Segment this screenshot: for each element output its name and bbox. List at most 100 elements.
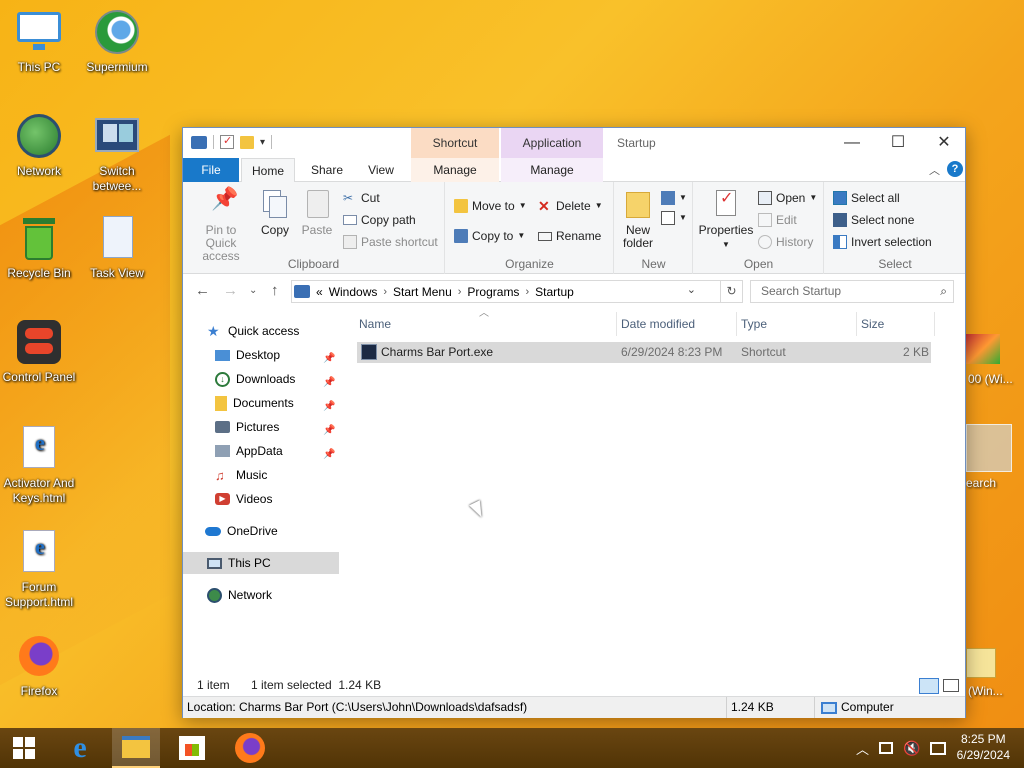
nav-music[interactable]: ♫ Music [183, 464, 339, 486]
file-type: Shortcut [741, 345, 786, 359]
move-to-icon [454, 199, 468, 213]
tab-file[interactable]: File [183, 158, 239, 182]
search-input[interactable]: Search Startup ⌕ [750, 280, 954, 303]
start-button[interactable] [0, 728, 48, 768]
help-icon[interactable]: ? [947, 161, 963, 177]
nav-videos[interactable]: ▶ Videos [183, 488, 339, 510]
quick-access-toolbar: ✓ ▾ [191, 135, 273, 149]
new-item-icon [661, 191, 675, 205]
taskbar-file-explorer[interactable] [112, 728, 160, 768]
new-folder-icon[interactable] [240, 135, 254, 149]
folder-icon[interactable] [191, 135, 207, 149]
history-button[interactable]: History [758, 232, 813, 252]
nav-desktop[interactable]: Desktop 📌 [183, 344, 339, 366]
forward-button[interactable]: → [223, 282, 238, 299]
properties-icon[interactable]: ✓ [220, 135, 234, 149]
star-icon: ★ [207, 322, 220, 339]
copy-to-button[interactable]: Copy to ▼ [454, 226, 525, 246]
chevron-up-icon[interactable]: ︿ [856, 739, 869, 758]
nav-this-pc[interactable]: This PC [183, 552, 339, 574]
recent-locations-button[interactable]: ⌄ [249, 285, 257, 296]
store-icon [179, 736, 205, 760]
nav-pictures[interactable]: Pictures 📌 [183, 416, 339, 438]
cut-button[interactable]: ✂ Cut [343, 188, 380, 208]
network-icon[interactable] [879, 742, 894, 754]
volume-muted-icon[interactable]: 🔇 [903, 740, 920, 757]
clock[interactable]: 8:25 PM 6/29/2024 [957, 731, 1010, 763]
table-row[interactable]: Charms Bar Port.exe 6/29/2024 8:23 PM Sh… [357, 342, 931, 363]
refresh-icon[interactable]: ↻ [721, 280, 743, 303]
close-button[interactable]: ✕ [921, 128, 967, 158]
nav-documents[interactable]: Documents 📌 [183, 392, 339, 414]
nav-network[interactable]: Network [183, 584, 339, 606]
minimize-button[interactable]: — [829, 128, 875, 158]
desktop-icon-network[interactable]: Network [0, 112, 78, 179]
info-bar: Location: Charms Bar Port (C:\Users\John… [183, 696, 965, 718]
edit-button[interactable]: Edit [758, 210, 797, 230]
group-select: Select all Select none Invert selection … [825, 182, 965, 274]
new-item-button[interactable]: ▼ [661, 188, 687, 208]
breadcrumb-item[interactable]: Windows [329, 285, 378, 299]
invert-selection-button[interactable]: Invert selection [833, 232, 932, 252]
nav-onedrive[interactable]: OneDrive [183, 520, 339, 542]
properties-button[interactable]: ✓ Properties ▼ [698, 188, 754, 251]
desktop-icon-activator-html[interactable]: e Activator And Keys.html [0, 424, 78, 506]
collapse-ribbon-icon[interactable]: ︿ [929, 162, 940, 178]
customize-qat-icon[interactable]: ▾ [260, 137, 265, 148]
nav-appdata[interactable]: AppData 📌 [183, 440, 339, 462]
desktop-icon-control-panel[interactable]: Control Panel [0, 318, 78, 385]
column-header-name[interactable]: Name [355, 312, 617, 336]
paste-button[interactable]: Paste [297, 188, 337, 237]
dropdown-icon: ▼ [594, 201, 603, 210]
open-button[interactable]: Open ▼ [758, 188, 817, 208]
new-folder-button[interactable]: New folder [619, 188, 657, 250]
tab-manage-shortcut[interactable]: Manage [411, 158, 499, 182]
desktop-icon-this-pc[interactable]: This PC [0, 8, 78, 75]
action-center-icon[interactable] [930, 741, 947, 755]
tab-manage-application[interactable]: Manage [501, 158, 603, 182]
breadcrumb-item[interactable]: Start Menu [393, 285, 452, 299]
desktop-icon-switch-windows[interactable]: Switch betwee... [78, 112, 156, 194]
nav-downloads[interactable]: ↓ Downloads 📌 [183, 368, 339, 390]
pin-quick-access-button[interactable]: 📌 Pin to Quick access [189, 188, 253, 263]
desktop-icon-task-view[interactable]: Task View [78, 214, 156, 281]
column-header-size[interactable]: Size [857, 312, 935, 336]
chevron-right-icon[interactable]: › [383, 286, 387, 298]
breadcrumb-item[interactable]: Startup [535, 285, 574, 299]
easy-access-button[interactable]: ▼ [661, 208, 687, 228]
address-bar[interactable]: « Windows › Start Menu › Programs › Star… [291, 280, 721, 303]
paste-shortcut-button[interactable]: Paste shortcut [343, 232, 438, 252]
column-header-type[interactable]: Type [737, 312, 857, 336]
desktop-icon-supermium[interactable]: Supermium [78, 8, 156, 75]
nav-quick-access[interactable]: ★ Quick access [183, 320, 339, 342]
desktop-icon-forum-html[interactable]: e Forum Support.html [0, 528, 78, 610]
select-none-button[interactable]: Select none [833, 210, 914, 230]
rename-button[interactable]: Rename [538, 226, 601, 246]
taskbar-firefox[interactable] [226, 728, 274, 768]
breadcrumb-overflow[interactable]: « [316, 285, 323, 299]
large-icons-view-icon[interactable] [943, 679, 959, 692]
select-all-button[interactable]: Select all [833, 188, 900, 208]
copy-path-button[interactable]: Copy path [343, 210, 416, 230]
tab-home[interactable]: Home [241, 158, 295, 183]
copy-button[interactable]: Copy [257, 188, 293, 237]
chevron-right-icon[interactable]: › [525, 286, 529, 298]
chevron-right-icon[interactable]: › [458, 286, 462, 298]
taskbar-edge[interactable]: e [56, 728, 104, 768]
up-button[interactable]: ↑ [271, 282, 279, 299]
taskbar-store[interactable] [168, 728, 216, 768]
back-button[interactable]: ← [195, 282, 210, 299]
edge-html-icon: e [15, 528, 63, 576]
select-all-icon [833, 191, 847, 205]
column-header-date[interactable]: Date modified [617, 312, 737, 336]
tab-share[interactable]: Share [299, 158, 355, 182]
details-view-icon[interactable] [919, 678, 939, 694]
desktop-icon-firefox[interactable]: Firefox [0, 632, 78, 699]
tab-view[interactable]: View [355, 158, 407, 182]
breadcrumb-item[interactable]: Programs [467, 285, 519, 299]
desktop-icon-recycle-bin[interactable]: Recycle Bin [0, 214, 78, 281]
move-to-button[interactable]: Move to ▼ [454, 196, 527, 216]
delete-button[interactable]: ✕ Delete ▼ [538, 196, 603, 216]
chevron-down-icon[interactable]: ⌄ [687, 283, 696, 296]
maximize-button[interactable]: ☐ [875, 128, 921, 158]
